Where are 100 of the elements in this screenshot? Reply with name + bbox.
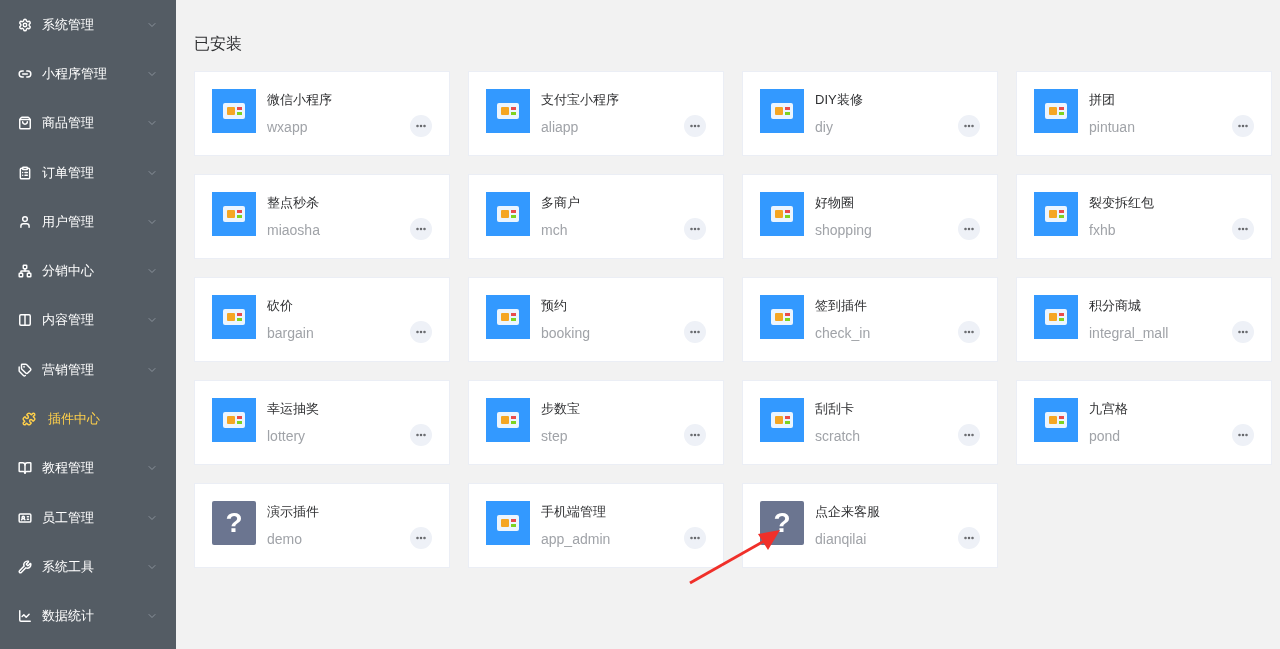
sidebar-item[interactable]: 教程管理 (0, 443, 176, 493)
plugin-name: DIY装修 (815, 91, 863, 109)
more-button[interactable] (684, 218, 706, 240)
plugin-card[interactable]: 支付宝小程序 aliapp (468, 71, 724, 156)
plugin-code: app_admin (541, 531, 611, 547)
more-button[interactable] (958, 321, 980, 343)
plugin-card[interactable]: DIY装修 diy (742, 71, 998, 156)
plugin-code: dianqilai (815, 531, 868, 547)
plugin-card[interactable]: 签到插件 check_in (742, 277, 998, 362)
plugin-card[interactable]: ? 演示插件 demo (194, 483, 450, 568)
plugin-code: booking (541, 325, 591, 341)
more-button[interactable] (958, 115, 980, 137)
sidebar-item[interactable]: 小程序管理 (0, 49, 176, 99)
plugin-name: 演示插件 (267, 503, 319, 521)
plugin-name: 支付宝小程序 (541, 91, 619, 109)
plugin-code: demo (267, 531, 304, 547)
more-button[interactable] (958, 424, 980, 446)
plugin-code: fxhb (1089, 222, 1117, 238)
plugin-card[interactable]: 微信小程序 wxapp (194, 71, 450, 156)
sidebar-item[interactable]: 营销管理 (0, 345, 176, 395)
plugin-card[interactable]: 裂变拆红包 fxhb (1016, 174, 1272, 259)
more-button[interactable] (410, 424, 432, 446)
plugin-card[interactable]: 好物圈 shopping (742, 174, 998, 259)
plugin-card[interactable]: 积分商城 integral_mall (1016, 277, 1272, 362)
sidebar-item[interactable]: 订单管理 (0, 147, 176, 198)
more-button[interactable] (410, 527, 432, 549)
more-button[interactable] (1232, 218, 1254, 240)
plugin-code: check_in (815, 325, 871, 341)
section-title: 已安装 (194, 34, 243, 54)
columns-icon (18, 313, 32, 328)
plugin-name: 裂变拆红包 (1089, 194, 1154, 212)
plugin-card[interactable]: 砍价 bargain (194, 277, 450, 362)
plugin-card[interactable]: 九宫格 pond (1016, 380, 1272, 465)
sidebar-item[interactable]: 插件中心 (0, 394, 176, 444)
plugin-card[interactable]: 手机端管理 app_admin (468, 483, 724, 568)
more-button[interactable] (1232, 321, 1254, 343)
sidebar-item[interactable]: 数据统计 (0, 591, 176, 641)
plugin-code: shopping (815, 222, 872, 238)
sidebar-item[interactable]: 商品管理 (0, 98, 176, 148)
more-button[interactable] (410, 115, 432, 137)
plugin-card[interactable]: 刮刮卡 scratch (742, 380, 998, 465)
plugin-name: 好物圈 (815, 194, 855, 212)
wrench-icon (18, 559, 32, 574)
more-button[interactable] (684, 424, 706, 446)
plugin-code: wxapp (267, 119, 309, 135)
plugin-code: scratch (815, 428, 861, 444)
plugin-code: bargain (267, 325, 314, 341)
plugin-name: 砍价 (267, 297, 294, 315)
more-button[interactable] (684, 527, 706, 549)
plugin-code: diy (815, 119, 834, 135)
more-button[interactable] (1232, 115, 1254, 137)
id-card-icon (18, 510, 32, 525)
more-button[interactable] (1232, 424, 1254, 446)
plugin-code: pond (1089, 428, 1122, 444)
plugin-code: pintuan (1089, 119, 1135, 135)
plugin-card[interactable]: 步数宝 step (468, 380, 724, 465)
hierarchy-icon (18, 264, 32, 279)
more-button[interactable] (958, 527, 980, 549)
plugin-name: 九宫格 (1089, 400, 1128, 418)
plugin-name: 签到插件 (815, 297, 868, 315)
more-button[interactable] (684, 115, 706, 137)
sidebar-item[interactable]: 员工管理 (0, 492, 176, 543)
more-button[interactable] (410, 321, 432, 343)
sidebar-item[interactable]: 用户管理 (0, 197, 176, 247)
plugin-name: 幸运抽奖 (267, 400, 319, 418)
settings-icon (18, 17, 32, 32)
plugin-name: 预约 (541, 297, 568, 315)
puzzle-icon (22, 412, 36, 426)
plugin-card[interactable]: 幸运抽奖 lottery (194, 380, 450, 465)
more-button[interactable] (958, 218, 980, 240)
line-chart-icon (18, 609, 32, 624)
plugin-card[interactable]: 拼团 pintuan (1016, 71, 1272, 156)
book-icon (18, 461, 32, 476)
sidebar-item[interactable]: 内容管理 (0, 295, 176, 346)
plugin-card[interactable]: ? 点企来客服 dianqilai (742, 483, 998, 568)
bag-icon (18, 116, 32, 131)
tag-icon (18, 362, 32, 377)
plugin-code: lottery (267, 428, 307, 444)
plugin-name: 步数宝 (541, 400, 580, 418)
plugin-card[interactable]: 整点秒杀 miaosha (194, 174, 450, 259)
more-button[interactable] (684, 321, 706, 343)
plugin-name: 点企来客服 (815, 503, 880, 521)
plugin-card[interactable]: 预约 booking (468, 277, 724, 362)
more-button[interactable] (410, 218, 432, 240)
plugin-code: integral_mall (1089, 325, 1169, 341)
sidebar-item[interactable]: 系统管理 (0, 0, 176, 50)
sidebar-item[interactable]: 系统工具 (0, 542, 176, 592)
plugin-name: 整点秒杀 (267, 194, 320, 212)
plugin-name: 手机端管理 (541, 503, 607, 521)
plugin-card[interactable]: 多商户 mch (468, 174, 724, 259)
plugin-name: 多商户 (541, 194, 580, 212)
question-mark-icon: ? (212, 501, 256, 545)
plugin-name: 刮刮卡 (815, 400, 855, 418)
plugin-code: step (541, 428, 569, 444)
plugin-code: miaosha (267, 222, 320, 238)
plugin-code: aliapp (541, 119, 580, 135)
sidebar-item[interactable]: 分销中心 (0, 246, 176, 296)
plugin-code: mch (541, 222, 569, 238)
plugin-name: 积分商城 (1089, 297, 1142, 315)
user-icon (18, 214, 32, 229)
